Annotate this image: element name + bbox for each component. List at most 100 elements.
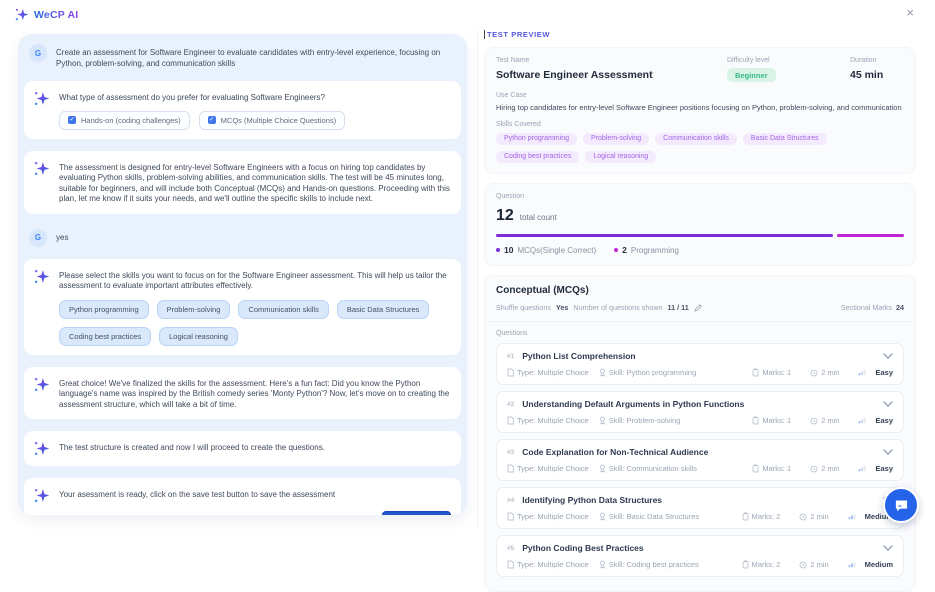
option-hands-on[interactable]: ✓ Hands-on (coding challenges) bbox=[59, 110, 190, 130]
user-message-text: Create an assessment for Software Engine… bbox=[56, 48, 441, 68]
mcq-bar-segment bbox=[496, 233, 833, 237]
test-preview-panel: TEST PREVIEW Test Name Software Engineer… bbox=[484, 30, 916, 592]
sparkle-icon bbox=[34, 488, 50, 503]
difficulty-label: Difficulty level bbox=[727, 57, 770, 64]
ai-message-type-question: What type of assessment do you prefer fo… bbox=[24, 81, 461, 139]
section-divider bbox=[485, 321, 915, 322]
question-time: 2 min bbox=[810, 560, 829, 569]
signal-bars-icon bbox=[858, 369, 866, 376]
text-caret bbox=[484, 30, 485, 39]
sparkle-icon bbox=[34, 161, 50, 175]
sparkle-icon bbox=[34, 441, 50, 456]
question-difficulty: Easy bbox=[875, 368, 893, 377]
question-time: 2 min bbox=[810, 512, 829, 521]
ai-message-skills: Please select the skills you want to foc… bbox=[24, 258, 461, 355]
question-number: #1 bbox=[507, 352, 515, 360]
clipboard-icon bbox=[742, 560, 749, 569]
question-marks: Marks: 2 bbox=[751, 560, 781, 569]
clock-icon bbox=[810, 369, 818, 377]
question-skill: Skill: Python programming bbox=[608, 368, 697, 377]
question-type: Type: Multiple Choice bbox=[517, 464, 589, 473]
question-item-3[interactable]: #3 Code Explanation for Non-Technical Au… bbox=[496, 439, 904, 481]
sparkle-icon bbox=[34, 377, 50, 391]
question-type: Type: Multiple Choice bbox=[517, 416, 589, 425]
question-title: Python Coding Best Practices bbox=[522, 543, 644, 553]
checkbox-checked-icon: ✓ bbox=[207, 116, 216, 124]
file-icon bbox=[507, 560, 514, 569]
clock-icon bbox=[810, 417, 818, 425]
test-info-card: Test Name Software Engineer Assessment D… bbox=[484, 47, 916, 174]
medal-icon bbox=[599, 368, 606, 377]
shown-value: 11 / 11 bbox=[667, 303, 689, 312]
medal-icon bbox=[599, 560, 606, 569]
duration-value: 45 min bbox=[850, 69, 884, 81]
skill-chip-communication[interactable]: Communication skills bbox=[238, 299, 329, 319]
question-marks: Marks: 1 bbox=[762, 416, 792, 425]
skills-covered-label: Skills Covered bbox=[496, 120, 541, 128]
question-summary-card: Question 12 total count 10 MCQs(Single C… bbox=[484, 182, 916, 266]
skill-chip-data-structures[interactable]: Basic Data Structures bbox=[336, 299, 430, 319]
question-title: Understanding Default Arguments in Pytho… bbox=[522, 399, 745, 409]
ai-message-plan: The assessment is designed for entry-lev… bbox=[24, 150, 461, 214]
legend-programming: 2 Programming bbox=[614, 245, 679, 255]
clock-icon bbox=[799, 561, 807, 569]
test-name-label: Test Name bbox=[496, 57, 530, 64]
conceptual-mcqs-card: Conceptual (MCQs) Shuffle questions Yes … bbox=[484, 275, 916, 592]
save-test-button[interactable]: Save test → bbox=[381, 510, 451, 515]
assessment-type-options: ✓ Hands-on (coding challenges) ✓ MCQs (M… bbox=[59, 110, 451, 130]
chat-fab-button[interactable] bbox=[883, 487, 919, 523]
question-total-label: total count bbox=[519, 212, 557, 222]
skill-chip-coding-practices[interactable]: Coding best practices bbox=[59, 326, 152, 346]
skill-chip-logical-reasoning[interactable]: Logical reasoning bbox=[159, 326, 238, 346]
question-skill: Skill: Communication skills bbox=[608, 464, 698, 473]
difficulty-badge: Beginner bbox=[727, 68, 776, 82]
preview-header-label: TEST PREVIEW bbox=[487, 30, 551, 39]
question-item-2[interactable]: #2 Understanding Default Arguments in Py… bbox=[496, 391, 904, 433]
user-avatar: G bbox=[29, 44, 47, 62]
chevron-down-icon[interactable] bbox=[883, 545, 893, 551]
chevron-down-icon[interactable] bbox=[883, 449, 893, 455]
ai-message-text: Great choice! We've finalized the skills… bbox=[59, 378, 450, 409]
skill-chip-problem-solving[interactable]: Problem-solving bbox=[156, 299, 231, 319]
clock-icon bbox=[810, 465, 818, 473]
option-mcqs[interactable]: ✓ MCQs (Multiple Choice Questions) bbox=[198, 110, 346, 130]
question-difficulty: Medium bbox=[864, 560, 893, 569]
question-total-count: 12 bbox=[496, 206, 514, 224]
close-icon[interactable]: × bbox=[906, 5, 914, 21]
checkbox-checked-icon: ✓ bbox=[68, 116, 76, 124]
clipboard-icon bbox=[752, 416, 759, 425]
edit-pencil-icon[interactable] bbox=[694, 303, 702, 312]
question-title: Python List Comprehension bbox=[522, 351, 636, 361]
signal-bars-icon bbox=[858, 465, 866, 472]
question-type: Type: Multiple Choice bbox=[517, 368, 589, 377]
question-item-1[interactable]: #1 Python List Comprehension Type: Multi… bbox=[496, 343, 904, 385]
option-label: Hands-on (coding challenges) bbox=[81, 115, 181, 125]
sparkle-icon bbox=[34, 269, 50, 283]
question-distribution-bar bbox=[496, 233, 904, 237]
chevron-down-icon[interactable] bbox=[883, 401, 893, 407]
skill-options: Python programming Problem-solving Commu… bbox=[59, 299, 451, 346]
use-case-text: Hiring top candidates for entry-level So… bbox=[496, 102, 904, 112]
skill-tag: Logical reasoning bbox=[585, 150, 657, 163]
skill-chip-python[interactable]: Python programming bbox=[59, 299, 149, 319]
file-icon bbox=[507, 464, 514, 473]
wecp-logo: WeCP AI bbox=[14, 7, 78, 22]
questions-list-label: Questions bbox=[496, 330, 528, 337]
chevron-down-icon[interactable] bbox=[883, 353, 893, 359]
question-number: #2 bbox=[507, 400, 515, 408]
user-avatar: G bbox=[29, 228, 47, 247]
question-item-5[interactable]: #5 Python Coding Best Practices Type: Mu… bbox=[496, 535, 904, 577]
question-number: #5 bbox=[507, 544, 515, 552]
skill-tag: Communication skills bbox=[655, 132, 737, 145]
file-icon bbox=[507, 368, 514, 377]
question-time: 2 min bbox=[821, 368, 840, 377]
question-type: Type: Multiple Choice bbox=[517, 512, 589, 521]
question-marks: Marks: 1 bbox=[762, 368, 792, 377]
shuffle-label: Shuffle questions bbox=[496, 303, 552, 312]
sectional-marks-label: Sectional Marks bbox=[840, 303, 892, 312]
medal-icon bbox=[599, 464, 606, 473]
shown-label: Number of questions shown bbox=[573, 303, 663, 312]
question-item-4[interactable]: #4 Identifying Python Data Structures Ty… bbox=[496, 487, 904, 529]
question-difficulty: Easy bbox=[875, 464, 893, 473]
question-title: Code Explanation for Non-Technical Audie… bbox=[522, 447, 709, 457]
